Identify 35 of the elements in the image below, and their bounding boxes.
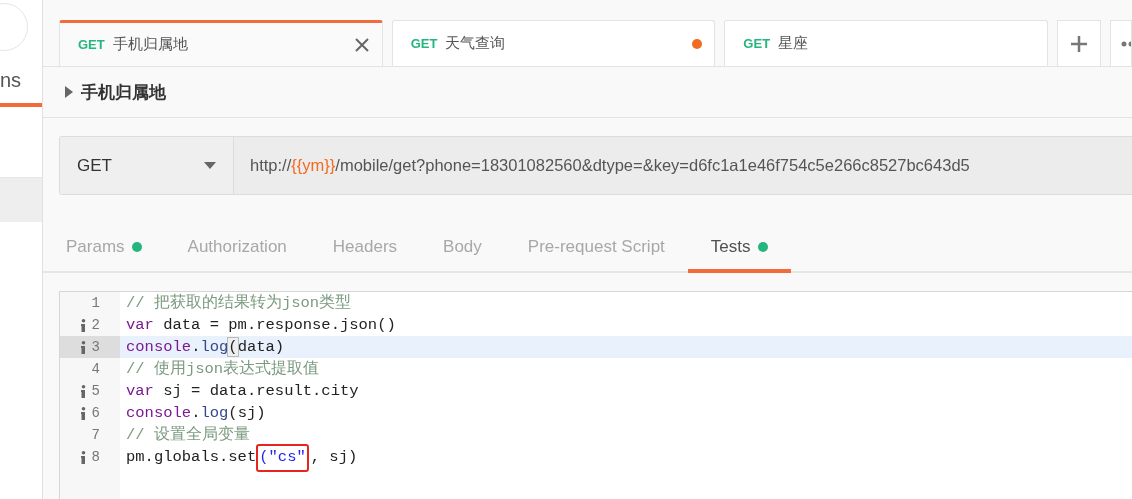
request-tab[interactable]: GET 手机归属地: [59, 20, 383, 66]
line-number: 8: [91, 449, 100, 465]
method-label: GET: [410, 36, 438, 51]
request-tab[interactable]: GET 星座: [724, 20, 1048, 66]
close-icon[interactable]: [353, 36, 370, 53]
code-line: console.log(data): [125, 337, 285, 358]
code-line: // 设置全局变量: [125, 424, 250, 446]
method-label: GET: [78, 37, 105, 52]
code-line: // 把获取的结果转为json类型: [125, 292, 352, 314]
line-number: 3: [91, 339, 100, 355]
line-number: 5: [91, 383, 100, 399]
new-tab-button[interactable]: [1057, 20, 1101, 66]
line-number: 2: [91, 317, 100, 333]
plus-icon: [1070, 34, 1088, 53]
code-editor[interactable]: 1 // 把获取的结果转为json类型 2 var data = pm.response.json() 3 console.log(data) 4 // 使用json表达式提取值 5 var sj = data.result.city 6 console.log(sj) 7 // 设置全局变量 8 pm.globals.set ("cs" , sj): [59, 291, 1132, 499]
more-icon: [1121, 40, 1131, 47]
line-number: 4: [91, 361, 100, 377]
request-tab[interactable]: GET 天气查询: [391, 20, 716, 66]
tab-title: 星座: [778, 34, 810, 53]
sidebar-tab-label[interactable]: ns: [0, 67, 42, 93]
more-button[interactable]: [1110, 20, 1132, 66]
request-title: 手机归属地: [81, 81, 166, 104]
tab-title: 手机归属地: [112, 35, 189, 54]
code-line: var sj = data.result.city: [125, 381, 359, 402]
code-line: var data = pm.response.json(): [125, 315, 396, 336]
code-line: console.log(sj): [125, 403, 266, 424]
sidebar-tab-indicator: [0, 103, 42, 107]
code-line: // 使用json表达式提取值: [125, 359, 320, 380]
line-number: 1: [91, 295, 100, 311]
line-number: 7: [91, 427, 100, 443]
tab-title: 天气查询: [445, 34, 507, 53]
expand-caret-icon[interactable]: [65, 86, 73, 98]
line-number: 6: [91, 405, 100, 421]
method-label: GET: [743, 36, 771, 51]
section-tab[interactable]: Tests: [687, 225, 791, 273]
